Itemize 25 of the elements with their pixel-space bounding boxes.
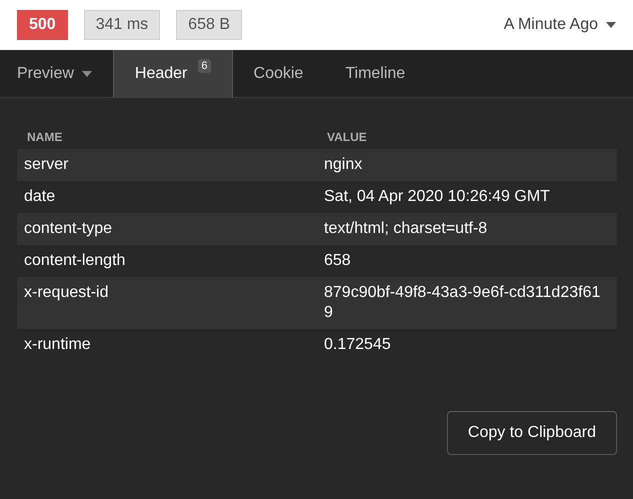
table-cell-text: x-runtime <box>24 335 92 355</box>
history-dropdown[interactable]: A Minute Ago <box>504 13 616 37</box>
copy-button[interactable]: Copy to Clipboard <box>446 411 617 455</box>
status-code: 500 <box>17 10 68 40</box>
table-cell-text: x-request-id <box>24 283 110 303</box>
response-size: 658 B <box>176 10 242 40</box>
table-cell-text: content-length <box>24 251 126 271</box>
tab[interactable]: Header 6 <box>112 50 233 98</box>
table-cell-text: 0.172545 <box>324 335 392 355</box>
column-header: VALUE <box>327 129 368 146</box>
table-cell-text: nginx <box>324 155 364 175</box>
table-cell-text: 658 <box>324 251 352 271</box>
table-cell-text: server <box>24 155 70 175</box>
table-cell-text: 879c90bf-49f8-43a3-9e6f-cd311d23f619 <box>324 283 602 323</box>
count-badge: 6 <box>198 59 211 73</box>
caret-icon <box>606 22 616 28</box>
table-cell-text: content-type <box>24 219 114 239</box>
column-header: NAME <box>27 129 64 146</box>
tab[interactable]: Timeline <box>324 50 426 98</box>
table-cell-text: date <box>24 187 56 207</box>
tab[interactable]: Preview <box>0 50 113 98</box>
tab[interactable]: Cookie <box>232 50 324 98</box>
table-cell-text: text/html; charset=utf-8 <box>324 219 488 239</box>
response-time: 341 ms <box>84 10 160 40</box>
table-cell-text: Sat, 04 Apr 2020 10:26:49 GMT <box>324 187 551 207</box>
